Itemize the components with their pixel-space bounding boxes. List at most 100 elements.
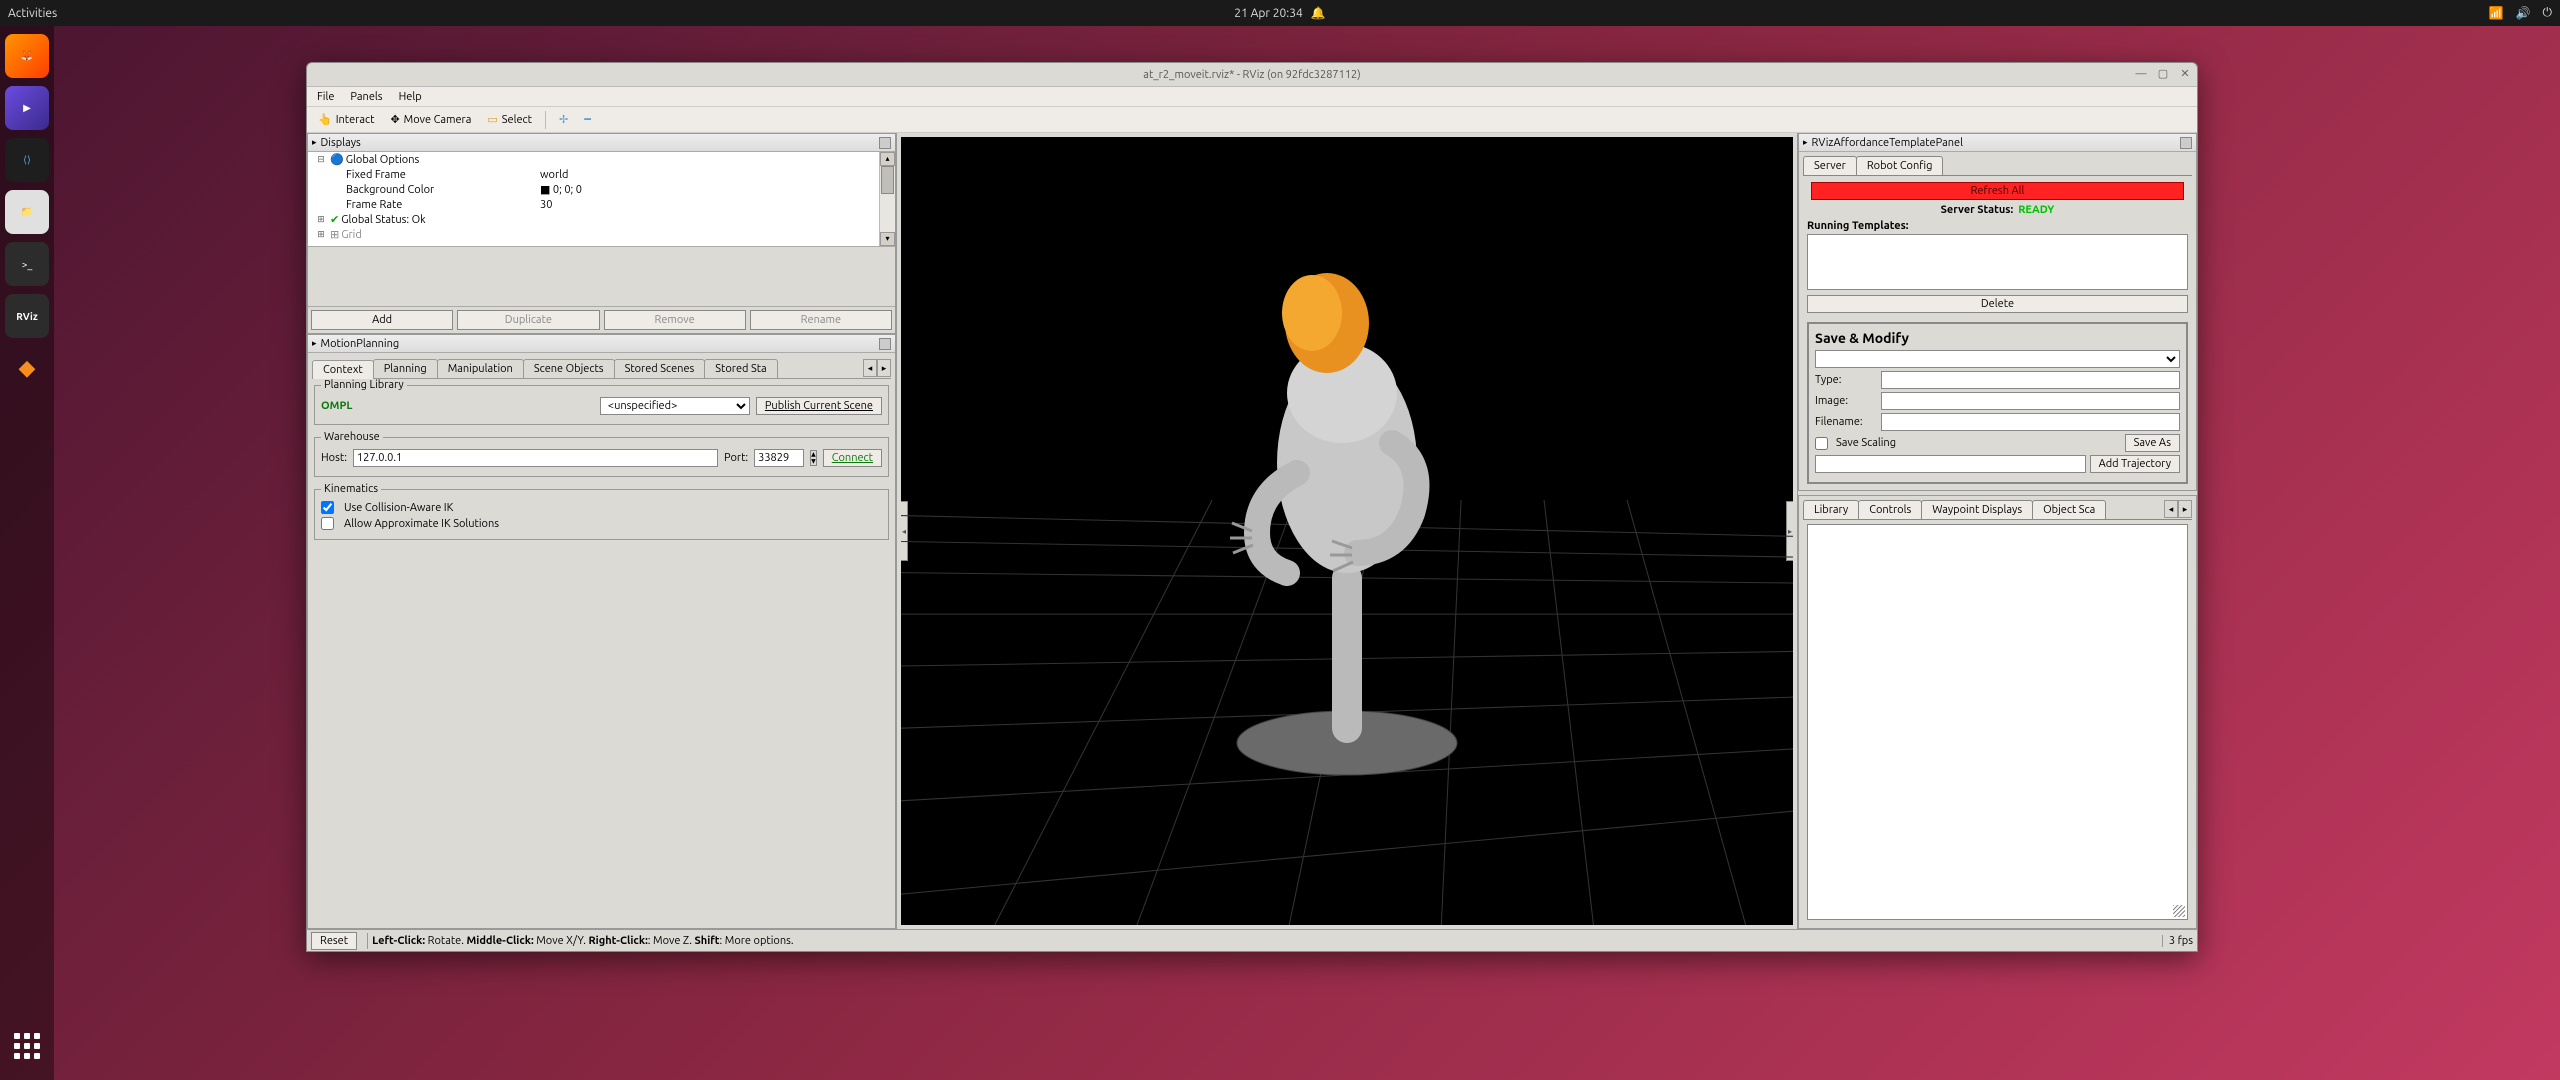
tab-scroll-left[interactable]: ◂ [2164, 500, 2178, 518]
remove-button[interactable]: Remove [604, 310, 746, 330]
resize-grip[interactable] [2173, 905, 2185, 917]
activities-button[interactable]: Activities [8, 7, 57, 20]
tab-waypoint-displays[interactable]: Waypoint Displays [1921, 500, 2033, 519]
tab-scene-objects[interactable]: Scene Objects [523, 359, 615, 378]
affordance-panel: ▸ RVizAffordanceTemplatePanel Server Rob… [1798, 133, 2197, 491]
tool-interact[interactable]: 👆Interact [311, 110, 381, 129]
displays-panel: ▸ Displays ⊟🔵 Global Options Fixed Frame… [307, 133, 896, 334]
menu-help[interactable]: Help [393, 89, 428, 105]
window-title: at_r2_moveit.rviz* - RViz (on 92fdc32871… [1143, 69, 1360, 81]
displays-description [308, 246, 895, 306]
tool-move-camera[interactable]: ✥Move Camera [383, 110, 478, 129]
save-scaling-checkbox[interactable] [1815, 437, 1828, 450]
approx-checkbox[interactable] [321, 517, 334, 530]
tab-object-scaling[interactable]: Object Sca [2032, 500, 2106, 519]
refresh-all-button[interactable]: Refresh All [1811, 182, 2184, 200]
wifi-icon[interactable]: 📶 [2489, 6, 2504, 20]
select-icon: ▭ [487, 113, 497, 126]
dock-vscode[interactable]: ⟨⟩ [5, 138, 49, 182]
type-input[interactable] [1881, 371, 2180, 389]
tab-scroll-left[interactable]: ◂ [863, 359, 877, 377]
planner-select[interactable]: <unspecified> [600, 397, 750, 415]
displays-tree[interactable]: ⊟🔵 Global Options Fixed Frameworld Backg… [308, 152, 895, 246]
menu-file[interactable]: File [311, 89, 340, 105]
running-templates-label: Running Templates: [1807, 220, 2188, 232]
delete-button[interactable]: Delete [1807, 295, 2188, 313]
port-input[interactable] [754, 449, 804, 467]
tab-scroll-right[interactable]: ▸ [877, 359, 891, 377]
add-trajectory-button[interactable]: Add Trajectory [2090, 455, 2180, 473]
host-input[interactable] [353, 449, 718, 467]
measure-icon: ━ [584, 113, 591, 126]
scrollbar[interactable]: ▴▾ [879, 152, 895, 246]
pin-icon[interactable] [879, 137, 891, 149]
pin-icon[interactable] [2180, 137, 2192, 149]
reset-button[interactable]: Reset [311, 932, 357, 950]
running-templates-list[interactable] [1807, 234, 2188, 290]
window-close[interactable]: ✕ [2179, 69, 2191, 81]
tab-server[interactable]: Server [1803, 156, 1857, 175]
dock-files[interactable]: 📁 [5, 190, 49, 234]
affordance-lower-panel: Library Controls Waypoint Displays Objec… [1798, 495, 2197, 929]
power-icon[interactable]: ⏻ [2543, 6, 2553, 20]
dock-firefox[interactable]: 🦊 [5, 34, 49, 78]
collision-label: Use Collision-Aware IK [344, 502, 453, 514]
cursor-icon: 👆 [318, 113, 332, 126]
port-spinner[interactable]: ▲▼ [810, 450, 817, 466]
warehouse-group: Warehouse Host: Port: ▲▼ Connect [314, 437, 889, 477]
warehouse-legend: Warehouse [321, 431, 383, 443]
connect-button[interactable]: Connect [823, 449, 882, 467]
tab-planning[interactable]: Planning [373, 359, 438, 378]
dock-cube-app[interactable]: ◆ [5, 346, 49, 390]
collision-checkbox[interactable] [321, 501, 334, 514]
menubar: File Panels Help [307, 87, 2197, 107]
tab-manipulation[interactable]: Manipulation [437, 359, 524, 378]
window-titlebar[interactable]: at_r2_moveit.rviz* - RViz (on 92fdc32871… [307, 63, 2197, 87]
tool-select[interactable]: ▭Select [480, 110, 539, 129]
tool-measure[interactable]: ━ [577, 110, 598, 129]
dock-app-purple[interactable]: ▶ [5, 86, 49, 130]
library-list[interactable] [1807, 524, 2188, 920]
expand-icon[interactable]: ▸ [1803, 137, 1808, 148]
planning-library-group: Planning Library OMPL <unspecified> Publ… [314, 385, 889, 425]
kinematics-legend: Kinematics [321, 483, 381, 495]
ompl-label: OMPL [321, 400, 352, 412]
tab-stored-scenes[interactable]: Stored Scenes [614, 359, 706, 378]
dock: 🦊 ▶ ⟨⟩ 📁 >_ RViz ◆ [0, 26, 54, 1080]
tab-scroll-right[interactable]: ▸ [2178, 500, 2192, 518]
volume-icon[interactable]: 🔊 [2516, 6, 2531, 20]
affordance-title: RVizAffordanceTemplatePanel [1812, 137, 1963, 149]
add-button[interactable]: Add [311, 310, 453, 330]
displays-title: Displays [321, 137, 361, 149]
tool-focus[interactable]: ✢ [552, 110, 575, 129]
tab-controls[interactable]: Controls [1858, 500, 1922, 519]
dock-terminal[interactable]: >_ [5, 242, 49, 286]
filename-input[interactable] [1881, 413, 2180, 431]
save-modify-group: Save & Modify Type: Image: Filename: Sav… [1807, 322, 2188, 484]
move-icon: ✥ [390, 113, 399, 126]
publish-scene-button[interactable]: Publish Current Scene [756, 397, 882, 415]
3d-viewport[interactable]: ◂ ▸ [901, 137, 1793, 925]
duplicate-button[interactable]: Duplicate [457, 310, 599, 330]
rename-button[interactable]: Rename [750, 310, 892, 330]
show-applications[interactable] [5, 1024, 49, 1068]
template-select[interactable] [1815, 350, 2180, 368]
tab-stored-states[interactable]: Stored Sta [704, 359, 777, 378]
notification-icon[interactable]: 🔔 [1311, 6, 1326, 20]
tab-context[interactable]: Context [312, 360, 374, 379]
save-as-button[interactable]: Save As [2125, 434, 2180, 452]
save-scaling-label: Save Scaling [1836, 437, 1898, 449]
window-maximize[interactable]: ▢ [2157, 69, 2169, 81]
statusbar-help: Left-Click: Rotate. Middle-Click: Move X… [372, 935, 794, 947]
tab-robot-config[interactable]: Robot Config [1856, 156, 1944, 175]
expand-icon[interactable]: ▸ [312, 338, 317, 349]
expand-icon[interactable]: ▸ [312, 137, 317, 148]
trajectory-input[interactable] [1815, 455, 2086, 473]
tab-library[interactable]: Library [1803, 500, 1859, 519]
window-minimize[interactable]: — [2135, 69, 2147, 81]
image-input[interactable] [1881, 392, 2180, 410]
menu-panels[interactable]: Panels [344, 89, 388, 105]
clock[interactable]: 21 Apr 20:34 [1234, 7, 1302, 20]
dock-rviz[interactable]: RViz [5, 294, 49, 338]
pin-icon[interactable] [879, 338, 891, 350]
